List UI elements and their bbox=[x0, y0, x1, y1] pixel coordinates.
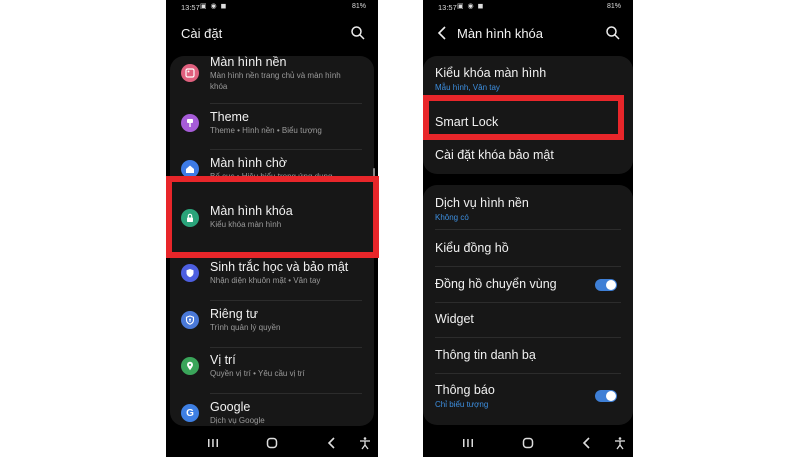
navigation-bar bbox=[166, 429, 378, 457]
notifications-toggle[interactable] bbox=[595, 390, 617, 402]
settings-item-sub: Màn hình nền trang chủ và màn hình bbox=[210, 71, 341, 80]
item-label: Dịch vụ hình nền bbox=[435, 196, 529, 210]
divider bbox=[210, 103, 362, 104]
highlight-box-smart-lock bbox=[423, 95, 624, 140]
status-battery: 81% bbox=[606, 3, 621, 10]
divider bbox=[210, 393, 362, 394]
clock-style-item[interactable]: Kiểu đồng hồ bbox=[423, 235, 633, 265]
settings-item-sub: Theme • Hình nền • Biểu tượng bbox=[210, 126, 322, 135]
divider bbox=[435, 229, 621, 230]
settings-item-label: Màn hình chờ bbox=[210, 156, 287, 170]
page-title: Màn hình khóa bbox=[457, 26, 544, 41]
divider bbox=[435, 373, 621, 374]
settings-item-sub: Dịch vụ Google bbox=[210, 416, 265, 425]
divider bbox=[435, 266, 621, 267]
settings-item-sub: Quyền vị trí • Yêu cầu vị trí bbox=[210, 369, 305, 378]
search-icon[interactable] bbox=[350, 25, 366, 41]
item-label: Đồng hồ chuyển vùng bbox=[435, 277, 557, 291]
status-bar: 13:57 ▣ ◉ ◼ 81% bbox=[166, 0, 378, 14]
accessibility-icon[interactable] bbox=[613, 436, 627, 450]
lock-screen-settings: 13:57 ▣ ◉ ◼ 81% Màn hình khóa Kiểu khóa … bbox=[423, 0, 633, 457]
navigation-bar bbox=[423, 429, 633, 457]
back-arrow-icon[interactable] bbox=[435, 25, 449, 41]
back-button-icon[interactable] bbox=[325, 436, 339, 450]
highlight-box-lock-screen bbox=[166, 176, 379, 258]
roaming-clock-item[interactable]: Đồng hồ chuyển vùng bbox=[423, 271, 633, 301]
divider bbox=[435, 337, 621, 338]
contact-info-item[interactable]: Thông tin danh bạ bbox=[423, 342, 633, 372]
settings-item-sub: Trình quản lý quyền bbox=[210, 323, 281, 332]
status-time: 13:57 bbox=[438, 3, 457, 12]
item-label: Widget bbox=[435, 312, 474, 326]
settings-item-theme[interactable]: Theme Theme • Hình nền • Biểu tượng bbox=[170, 110, 374, 150]
divider bbox=[210, 300, 362, 301]
wallpaper-icon bbox=[181, 64, 199, 82]
item-label: Cài đặt khóa bảo mật bbox=[435, 148, 554, 162]
status-battery: 81% bbox=[351, 3, 366, 10]
back-button-icon[interactable] bbox=[580, 436, 594, 450]
settings-item-label: Sinh trắc học và bảo mật bbox=[210, 260, 349, 274]
secure-lock-settings-item[interactable]: Cài đặt khóa bảo mật bbox=[423, 144, 633, 170]
theme-icon bbox=[181, 114, 199, 132]
shield-icon bbox=[181, 264, 199, 282]
screen-lock-type-item[interactable]: Kiểu khóa màn hình Mẫu hình, Vân tay bbox=[423, 64, 633, 98]
recent-apps-icon[interactable] bbox=[461, 436, 475, 450]
lock-screen-header: Màn hình khóa bbox=[423, 22, 633, 46]
privacy-icon bbox=[181, 311, 199, 329]
search-icon[interactable] bbox=[605, 25, 621, 41]
item-label: Thông tin danh bạ bbox=[435, 348, 536, 362]
settings-item-google[interactable]: G Google Dịch vụ Google bbox=[170, 399, 374, 429]
divider bbox=[210, 149, 362, 150]
item-label: Kiểu đồng hồ bbox=[435, 241, 509, 255]
status-time: 13:57 bbox=[181, 3, 200, 12]
widget-item[interactable]: Widget bbox=[423, 306, 633, 336]
divider bbox=[435, 302, 621, 303]
accessibility-icon[interactable] bbox=[358, 436, 372, 450]
settings-header: Cài đặt bbox=[166, 22, 378, 46]
settings-item-location[interactable]: Vị trí Quyền vị trí • Yêu cầu vị trí bbox=[170, 353, 374, 393]
home-button-icon[interactable] bbox=[265, 436, 279, 450]
settings-item-label: Riêng tư bbox=[210, 307, 258, 321]
home-button-icon[interactable] bbox=[521, 436, 535, 450]
notification-icons: ▣ ◉ ◼ bbox=[457, 3, 485, 10]
lock-display-card: Dịch vụ hình nền Không có Kiểu đồng hồ Đ… bbox=[423, 185, 633, 425]
settings-item-label: Google bbox=[210, 400, 251, 414]
wallpaper-services-item[interactable]: Dịch vụ hình nền Không có bbox=[423, 193, 633, 225]
notification-icons: ▣ ◉ ◼ bbox=[200, 3, 228, 10]
status-bar: 13:57 ▣ ◉ ◼ 81% bbox=[423, 0, 633, 14]
item-sub: Không có bbox=[435, 213, 469, 222]
settings-item-sub: Nhận diện khuôn mặt • Vân tay bbox=[210, 276, 321, 285]
page-title: Cài đặt bbox=[181, 26, 223, 41]
settings-item-privacy[interactable]: Riêng tư Trình quản lý quyền bbox=[170, 307, 374, 347]
notifications-item[interactable]: Thông báo Chỉ biểu tượng bbox=[423, 378, 633, 414]
settings-item-biometrics[interactable]: Sinh trắc học và bảo mật Nhận diện khuôn… bbox=[170, 260, 374, 300]
recent-apps-icon[interactable] bbox=[206, 436, 220, 450]
google-icon: G bbox=[181, 404, 199, 422]
roaming-clock-toggle[interactable] bbox=[595, 279, 617, 291]
settings-item-label: Màn hình nền bbox=[210, 55, 287, 69]
item-label: Thông báo bbox=[435, 383, 495, 397]
settings-item-label: Theme bbox=[210, 110, 249, 124]
item-sub: Mẫu hình, Vân tay bbox=[435, 83, 500, 92]
divider bbox=[210, 347, 362, 348]
settings-item-label: Vị trí bbox=[210, 353, 236, 367]
item-label: Kiểu khóa màn hình bbox=[435, 66, 547, 80]
settings-item-wallpaper[interactable]: Màn hình nền Màn hình nền trang chủ và m… bbox=[170, 55, 374, 104]
settings-item-sub: khóa bbox=[210, 82, 228, 91]
item-sub: Chỉ biểu tượng bbox=[435, 400, 489, 409]
location-pin-icon bbox=[181, 357, 199, 375]
